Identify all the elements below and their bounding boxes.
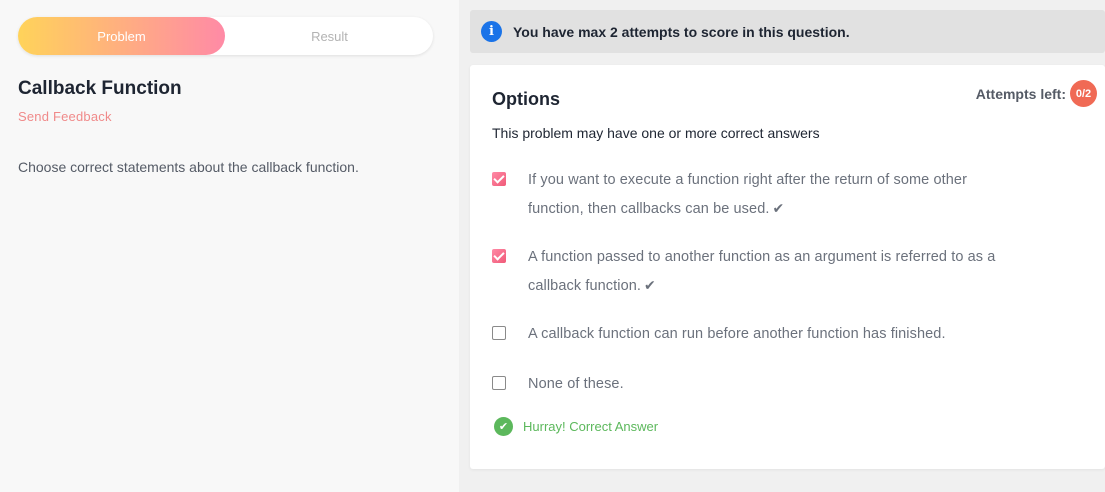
option-2[interactable]: A function passed to another function as…: [492, 243, 1082, 300]
tab-result[interactable]: Result: [226, 17, 433, 55]
option-2-line-2-text: callback function.: [528, 278, 642, 294]
option-1-checkbox[interactable]: [492, 172, 506, 186]
option-4-checkbox[interactable]: [492, 376, 506, 390]
option-1-line-2: function, then callbacks can be used. ✔: [528, 194, 967, 223]
option-3[interactable]: A callback function can run before anoth…: [492, 320, 1082, 348]
option-3-checkbox[interactable]: [492, 326, 506, 340]
checkmark-icon: ✔: [772, 200, 785, 216]
info-text: You have max 2 attempts to score in this…: [513, 23, 850, 40]
attempts-left: Attempts left: 0/2: [976, 80, 1097, 107]
option-2-text: A function passed to another function as…: [528, 243, 995, 300]
option-4[interactable]: None of these.: [492, 370, 1082, 398]
check-circle-icon: ✔: [494, 417, 513, 436]
attempts-label: Attempts left:: [975, 85, 1066, 102]
option-2-line-2: callback function. ✔: [528, 271, 995, 300]
option-2-line-1: A function passed to another function as…: [528, 249, 996, 265]
option-1-text: If you want to execute a function right …: [528, 166, 967, 223]
info-icon: i: [481, 21, 502, 42]
option-4-text: None of these.: [528, 376, 624, 392]
send-feedback-link[interactable]: Send Feedback: [18, 109, 112, 124]
tab-problem[interactable]: Problem: [18, 17, 225, 55]
problem-panel: Problem Result Callback Function Send Fe…: [0, 0, 459, 492]
option-2-checkbox[interactable]: [492, 249, 506, 263]
problem-description: Choose correct statements about the call…: [18, 159, 359, 175]
result-message: ✔ Hurray! Correct Answer: [494, 417, 658, 436]
option-1[interactable]: If you want to execute a function right …: [492, 166, 1082, 223]
options-hint: This problem may have one or more correc…: [492, 125, 820, 141]
result-text: Hurray! Correct Answer: [523, 419, 659, 434]
checkmark-icon: ✔: [644, 277, 656, 293]
attempts-info-banner: i You have max 2 attempts to score in th…: [470, 10, 1105, 53]
options-card: Options Attempts left: 0/2 This problem …: [470, 65, 1105, 469]
attempts-badge: 0/2: [1070, 80, 1097, 107]
problem-title: Callback Function: [18, 78, 182, 99]
option-3-text: A callback function can run before anoth…: [528, 326, 946, 342]
tab-bar: Problem Result: [18, 17, 433, 55]
option-1-line-1: If you want to execute a function right …: [528, 172, 968, 188]
option-1-line-2-text: function, then callbacks can be used.: [528, 201, 770, 217]
options-title: Options: [492, 89, 560, 109]
